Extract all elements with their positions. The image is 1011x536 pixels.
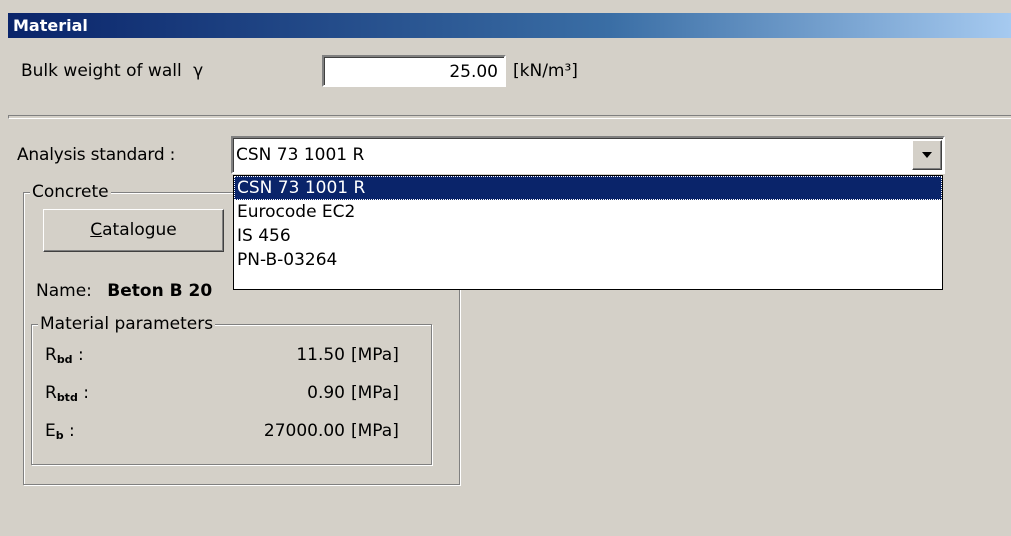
analysis-standard-combobox[interactable]: CSN 73 1001 R bbox=[231, 136, 945, 174]
bulk-weight-input[interactable]: 25.00 bbox=[322, 55, 506, 87]
param-unit-rbtd: [MPa] bbox=[351, 383, 399, 403]
material-parameters-groupbox: Material parameters Rbd : 11.50 [MPa] Rb… bbox=[31, 315, 432, 465]
bulk-weight-panel: Bulk weight of wall γ 25.00 [kN/m³] bbox=[8, 38, 1011, 108]
window-title: Material bbox=[8, 13, 1011, 38]
bulk-weight-label: Bulk weight of wall γ bbox=[21, 61, 203, 81]
gamma-symbol: γ bbox=[193, 61, 204, 81]
concrete-name-label: Name: bbox=[36, 281, 92, 301]
separator bbox=[8, 115, 1011, 119]
dropdown-option-eurocode[interactable]: Eurocode EC2 bbox=[234, 200, 942, 224]
param-symbol-eb: Eb : bbox=[45, 421, 75, 442]
param-row-rbtd: Rbtd : 0.90 [MPa] bbox=[45, 379, 405, 407]
concrete-group-label: Concrete bbox=[30, 182, 111, 202]
param-unit-eb: [MPa] bbox=[351, 421, 399, 441]
param-value-rbd: 11.50 bbox=[296, 345, 345, 365]
concrete-name-row: Name: Beton B 20 bbox=[36, 281, 212, 301]
param-unit-rbd: [MPa] bbox=[351, 345, 399, 365]
bulk-weight-value: 25.00 bbox=[449, 62, 498, 82]
param-symbol-rbtd: Rbtd : bbox=[45, 383, 89, 404]
param-value-rbtd: 0.90 bbox=[307, 383, 345, 403]
catalogue-button[interactable]: Catalogue bbox=[43, 209, 224, 252]
bulk-weight-label-text: Bulk weight of wall bbox=[21, 61, 182, 81]
param-row-eb: Eb : 27000.00 [MPa] bbox=[45, 417, 405, 445]
param-value-eb: 27000.00 bbox=[263, 421, 345, 441]
material-parameters-label: Material parameters bbox=[38, 314, 216, 334]
param-row-rbd: Rbd : 11.50 [MPa] bbox=[45, 341, 405, 369]
dropdown-option-pnb[interactable]: PN-B-03264 bbox=[234, 248, 942, 272]
concrete-name-value: Beton B 20 bbox=[107, 281, 213, 301]
param-symbol-rbd: Rbd : bbox=[45, 345, 84, 366]
analysis-standard-dropdown-list: CSN 73 1001 R Eurocode EC2 IS 456 PN-B-0… bbox=[233, 175, 943, 290]
analysis-standard-selected: CSN 73 1001 R bbox=[236, 145, 365, 165]
catalogue-button-label: Catalogue bbox=[90, 220, 177, 240]
bulk-weight-unit: [kN/m³] bbox=[513, 61, 578, 81]
dropdown-option-is456[interactable]: IS 456 bbox=[234, 224, 942, 248]
dropdown-option-csn[interactable]: CSN 73 1001 R bbox=[234, 176, 942, 200]
chevron-down-icon bbox=[922, 152, 932, 158]
analysis-standard-label: Analysis standard : bbox=[17, 145, 176, 165]
dropdown-arrow-button[interactable] bbox=[912, 140, 942, 170]
